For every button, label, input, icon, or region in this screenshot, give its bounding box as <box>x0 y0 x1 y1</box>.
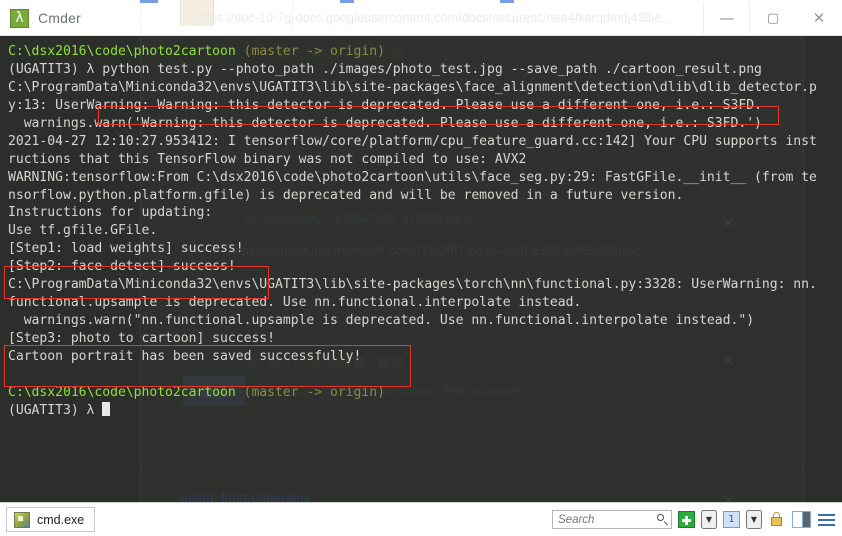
console-text: y:13: UserWarning: Warning: this detecto… <box>8 97 762 113</box>
console-icon <box>14 511 30 528</box>
console-text: functional.upsample is deprecated. Use n… <box>8 295 582 311</box>
lock-button[interactable] <box>767 510 786 529</box>
close-button[interactable]: ✕ <box>796 0 842 36</box>
console-line: Use tf.gfile.GFile. <box>8 222 817 240</box>
console-text: C:\ProgramData\Miniconda32\envs\UGATIT3\… <box>8 79 817 95</box>
title-bar: https://doc-10-7g-docs.googleusercontent… <box>0 0 842 36</box>
chevron-down-icon: ▼ <box>750 514 758 524</box>
new-console-button[interactable] <box>677 510 696 529</box>
status-bar: cmd.exe ▼ 1 ▼ <box>0 502 842 536</box>
console-text: warnings.warn("nn.functional.upsample is… <box>8 313 755 329</box>
tab-cmd-exe[interactable]: cmd.exe <box>6 507 96 532</box>
console-line: warnings.warn('Warning: this detector is… <box>8 115 817 133</box>
console-line: Instructions for updating: <box>8 204 817 222</box>
console-line: functional.upsample is deprecated. Use n… <box>8 294 817 312</box>
search-box[interactable] <box>552 510 672 529</box>
console-line: warnings.warn("nn.functional.upsample is… <box>8 312 817 330</box>
console-text: 2021-04-27 12:10:27.953412: I tensorflow… <box>8 133 817 149</box>
console-line: 2021-04-27 12:10:27.953412: I tensorflow… <box>8 133 817 151</box>
active-console-button[interactable]: 1 <box>722 510 741 529</box>
console-line: [Step2: face detect] success! <box>8 258 817 276</box>
minimize-button[interactable]: — <box>704 0 750 36</box>
panel-toggle-icon <box>792 511 811 528</box>
main-menu-button[interactable] <box>817 510 836 529</box>
console-text: Use tf.gfile.GFile. <box>8 223 158 239</box>
console-line: C:\ProgramData\Miniconda32\envs\UGATIT3\… <box>8 276 817 294</box>
console-line: WARNING:tensorflow:From C:\dsx2016\code\… <box>8 169 817 187</box>
console-text: C:\dsx2016\code\photo2cartoon <box>8 44 244 59</box>
console-line: (UGATIT3) λ python test.py --photo_path … <box>8 61 817 79</box>
lambda-icon: λ <box>10 8 29 28</box>
status-bar-tools: ▼ 1 ▼ <box>552 503 836 536</box>
console-line: [Step1: load weights] success! <box>8 240 817 258</box>
console-text: C:\ProgramData\Miniconda32\envs\UGATIT3\… <box>8 277 817 293</box>
window-button-separator-1 <box>703 2 704 34</box>
console-text: (master -> origin) <box>243 44 385 59</box>
console-text: (master -> origin) <box>243 384 385 400</box>
console-line: C:\dsx2016\code\photo2cartoon (master ->… <box>8 384 817 402</box>
search-input[interactable] <box>558 513 656 526</box>
console-text: (UGATIT3) λ <box>8 402 103 418</box>
console-text: Cartoon portrait has been saved successf… <box>8 348 362 364</box>
console-text: Instructions for updating: <box>8 205 213 221</box>
ghost-pdparams-name-bottom: ugatit_light.pdparams <box>180 491 311 502</box>
lambda-glyph: λ <box>15 10 24 26</box>
console-line: (UGATIT3) λ <box>8 401 817 420</box>
ghost-divider <box>140 466 802 467</box>
chevron-down-icon: ▼ <box>705 514 713 524</box>
console-line: y:13: UserWarning: Warning: this detecto… <box>8 97 817 115</box>
console-line: [Step3: photo to cartoon] success! <box>8 330 817 348</box>
console-text: [Step1: load weights] success! <box>8 241 244 257</box>
maximize-button[interactable]: ▢ <box>750 0 796 36</box>
title-bar-brand: λ Cmder <box>10 0 81 36</box>
lock-icon <box>769 511 784 528</box>
text-cursor <box>102 401 111 416</box>
page-icon: 1 <box>723 511 740 528</box>
window-controls: — ▢ ✕ <box>704 0 842 36</box>
ghost-url-text: https://doc-10-7g-docs.googleusercontent… <box>196 11 675 25</box>
console-line: C:\dsx2016\code\photo2cartoon (master ->… <box>8 43 817 61</box>
console-text: ructions that this TensorFlow binary was… <box>8 151 527 167</box>
ghost-tab <box>500 0 514 3</box>
panel-toggle-button[interactable] <box>791 510 812 529</box>
console-line: C:\ProgramData\Miniconda32\envs\UGATIT3\… <box>8 79 817 97</box>
ghost-tab-strip <box>140 0 720 3</box>
console-line: nsorflow.python.platform.gfile) is depre… <box>8 187 817 205</box>
console-text: warnings.warn('Warning: this detector is… <box>8 115 762 131</box>
ghost-tab <box>340 0 354 3</box>
console-text: [Step2: face detect] success! <box>8 259 236 275</box>
console-text: [Step3: photo to cartoon] success! <box>8 331 276 346</box>
tab-label: cmd.exe <box>37 512 85 527</box>
console-output: C:\dsx2016\code\photo2cartoon (master ->… <box>8 43 817 420</box>
console-line: Cartoon portrait has been saved successf… <box>8 348 817 366</box>
new-console-dropdown[interactable]: ▼ <box>701 510 717 529</box>
magnifier-icon[interactable] <box>656 513 669 526</box>
ghost-close-icon: ✕ <box>722 492 735 502</box>
console-line: ructions that this TensorFlow binary was… <box>8 151 817 169</box>
console-text: C:\dsx2016\code\photo2cartoon <box>8 384 244 400</box>
console-text: (UGATIT3) λ python test.py --photo_path … <box>8 61 762 77</box>
window-button-separator-2 <box>749 2 750 34</box>
ghost-tab <box>140 0 158 3</box>
active-console-dropdown[interactable]: ▼ <box>746 510 762 529</box>
window-title: Cmder <box>38 10 82 26</box>
cmder-window: https://doc-10-7g-docs.googleusercontent… <box>0 0 842 536</box>
hamburger-menu-icon <box>818 511 835 528</box>
ghost-divider-left <box>140 0 141 36</box>
plus-icon <box>678 511 695 528</box>
console-text: WARNING:tensorflow:From C:\dsx2016\code\… <box>8 169 817 185</box>
terminal-surface[interactable]: 2.1 MB/s - 168 MB 继续 vs_community__47564… <box>0 36 842 502</box>
console-text: nsorflow.python.platform.gfile) is depre… <box>8 187 684 203</box>
